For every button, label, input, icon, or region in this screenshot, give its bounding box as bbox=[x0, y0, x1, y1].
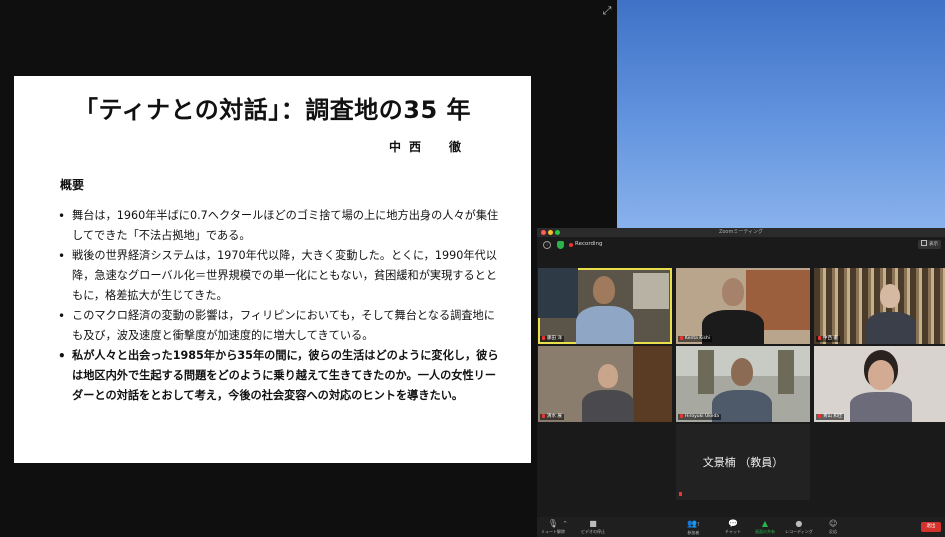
mic-muted-icon bbox=[542, 336, 545, 340]
view-button-label: 表示 bbox=[929, 242, 938, 247]
stop-video-button[interactable]: ■ ビデオの停止 bbox=[581, 519, 605, 535]
slide-subtitle: 概要 bbox=[60, 178, 85, 192]
grid-icon bbox=[921, 240, 927, 246]
mic-muted-icon: 🎙 bbox=[547, 519, 559, 528]
participant-tile[interactable]: 藤田 洋 bbox=[538, 268, 672, 344]
participant-tile[interactable]: 中西 徹 bbox=[814, 268, 945, 344]
tower bbox=[778, 350, 794, 394]
smiley-icon: ☺ bbox=[829, 519, 838, 528]
tile-background bbox=[538, 268, 578, 318]
video-options-chevron[interactable]: ^ bbox=[563, 519, 567, 529]
meeting-toolbar: 🎙 ミュート解除 ^ ■ ビデオの停止 👥7 参加者 💬 チャット ▲ 画面の共… bbox=[537, 517, 945, 537]
mic-muted-icon bbox=[818, 414, 821, 418]
people-icon: 👥 bbox=[687, 519, 697, 528]
share-screen-icon: ▲ bbox=[761, 519, 769, 528]
expand-icon[interactable]: ⤢ bbox=[600, 4, 614, 18]
participant-name: 文景楠 （教員） bbox=[702, 456, 784, 469]
participant-name: 清水 展 bbox=[540, 414, 564, 420]
mic-muted-icon bbox=[680, 336, 683, 340]
chat-bubble-icon: 💬 bbox=[728, 519, 738, 528]
slide-author: 中西 徹 bbox=[388, 140, 469, 154]
info-icon[interactable]: i bbox=[543, 241, 551, 249]
participant-tile[interactable]: 青山 和佳 bbox=[814, 346, 945, 422]
record-button[interactable]: ● レコーディング bbox=[785, 519, 813, 535]
participant-name: Hiroyuki Ukeda bbox=[678, 414, 722, 420]
chevron-up-icon: ^ bbox=[563, 521, 568, 527]
participant-name: 藤田 洋 bbox=[540, 336, 564, 342]
mic-muted-icon bbox=[679, 492, 682, 496]
slide-bullet: このマクロ経済の変動の影響は，フィリピンにおいても，そして舞台となる調査地にも及… bbox=[56, 306, 501, 346]
participant-name: 青山 和佳 bbox=[816, 414, 845, 420]
video-camera-icon: ■ bbox=[589, 519, 597, 528]
participant-tile-no-video[interactable]: 文景楠 （教員） bbox=[676, 424, 810, 500]
shield-icon[interactable] bbox=[557, 241, 564, 249]
recording-label: Recording bbox=[575, 241, 603, 247]
tile-background bbox=[633, 273, 669, 309]
zoom-meeting-window: Zoomミーティング i Recording 表示 藤田 洋 Kenta Kis… bbox=[537, 228, 945, 537]
slide-bullet-list: 舞台は，1960年半ばに0.7ヘクタールほどのゴミ捨て場の上に地方出身の人々が集… bbox=[56, 206, 501, 406]
presentation-slide: 「ティナとの対話」：調査地の35 年 中西 徹 概要 舞台は，1960年半ばに0… bbox=[14, 76, 531, 463]
window-titlebar: Zoomミーティング bbox=[537, 228, 945, 237]
view-button[interactable]: 表示 bbox=[918, 240, 941, 249]
unmute-button[interactable]: 🎙 ミュート解除 bbox=[541, 519, 565, 535]
participant-name: Kenta Kishi bbox=[678, 336, 712, 342]
participant-name: 中西 徹 bbox=[816, 336, 840, 342]
participant-tile[interactable]: Hiroyuki Ukeda bbox=[676, 346, 810, 422]
slide-bullet: 戦後の世界経済システムは，1970年代以降，大きく変動した。とくに，1990年代… bbox=[56, 246, 501, 306]
mic-muted-icon bbox=[818, 336, 821, 340]
slide-title: 「ティナとの対話」：調査地の35 年 bbox=[73, 96, 472, 124]
participant-tile[interactable]: 清水 展 bbox=[538, 346, 672, 422]
participants-button[interactable]: 👥7 参加者 bbox=[687, 519, 700, 536]
window-title: Zoomミーティング bbox=[718, 229, 764, 235]
tower bbox=[698, 350, 714, 394]
recording-dot-icon bbox=[569, 243, 573, 247]
leave-meeting-button[interactable]: 退出 bbox=[921, 522, 941, 532]
slide-bullet: 私が人々と出会った1985年から35年の間に，彼らの生活はどのように変化し，彼ら… bbox=[56, 346, 501, 406]
mic-muted-icon bbox=[680, 414, 683, 418]
record-icon: ● bbox=[795, 519, 803, 528]
share-screen-button[interactable]: ▲ 画面の共有 bbox=[755, 519, 775, 535]
mic-muted-icon bbox=[542, 414, 545, 418]
reactions-button[interactable]: ☺ 反応 bbox=[829, 519, 837, 535]
participant-tile[interactable]: Kenta Kishi bbox=[676, 268, 810, 344]
bookshelf bbox=[633, 346, 672, 422]
meeting-status-bar: i Recording 表示 bbox=[537, 239, 945, 251]
desktop-wallpaper bbox=[617, 0, 945, 232]
slide-bullet: 舞台は，1960年半ばに0.7ヘクタールほどのゴミ捨て場の上に地方出身の人々が集… bbox=[56, 206, 501, 246]
participants-count: 7 bbox=[696, 522, 700, 527]
shared-screen-pane: ⤢ 「ティナとの対話」：調査地の35 年 中西 徹 概要 舞台は，1960年半ば… bbox=[0, 0, 617, 537]
chat-button[interactable]: 💬 チャット bbox=[725, 519, 741, 535]
